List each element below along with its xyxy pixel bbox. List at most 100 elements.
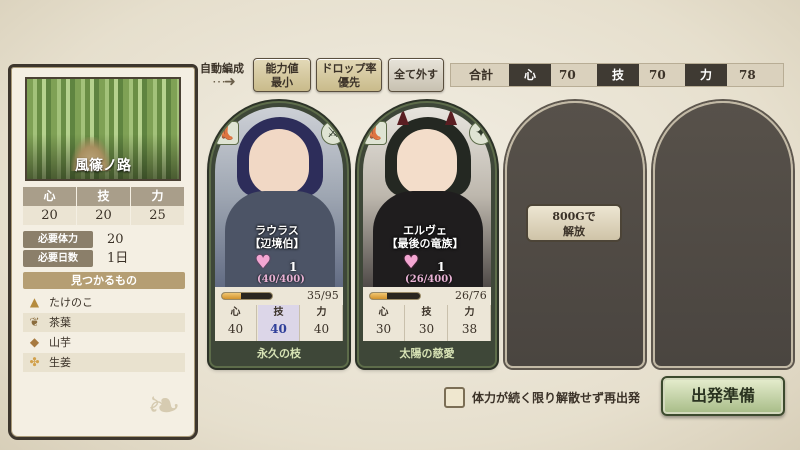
empty-slot[interactable]	[653, 101, 793, 368]
stat-label: 力	[464, 307, 475, 318]
exp-bar	[369, 292, 421, 300]
stat-label: 技	[77, 187, 131, 206]
unlock-cost: 800Gで	[552, 210, 596, 223]
affinity-value: (26/400)	[405, 274, 453, 285]
location-stat-heart: 心 20	[23, 187, 77, 225]
character-stat-power: 力 38	[449, 305, 491, 341]
min-stats-button[interactable]: 能力値 最小	[253, 58, 311, 92]
character-title: 【最後の竜族】	[386, 237, 464, 250]
repeat-option-label[interactable]: 体力が続く限り解散せず再出発	[472, 389, 640, 406]
horn-right	[445, 109, 457, 125]
exp-bar-fill	[222, 293, 241, 299]
stat-label: 技	[421, 307, 432, 318]
stat-value: 38	[461, 322, 478, 336]
tea-leaf-icon: ❦	[29, 315, 40, 329]
stat-label: 力	[131, 187, 185, 206]
character-stat-heart: 心 30	[363, 305, 405, 341]
item-name: 茶葉	[49, 316, 71, 329]
min-stats-button-label: 能力値 最小	[265, 62, 299, 89]
total-power-label: 力	[685, 64, 727, 86]
character-card-laurus[interactable]: 👢 ⚔ ラウラス 【辺境伯】 ♥ 1 (40/400) 35/95 心 40 技…	[209, 101, 349, 368]
crest-icon: ✦	[469, 121, 493, 145]
total-skill-value: 70	[649, 68, 666, 82]
drop-priority-button[interactable]: ドロップ率 優先	[316, 58, 382, 92]
list-item: ✤ 生姜	[23, 353, 185, 372]
list-item: ❦ 茶葉	[23, 313, 185, 332]
location-stats: 心 20 技 20 力 25	[23, 187, 185, 225]
character-title: 【辺境伯】	[249, 237, 305, 250]
remove-all-button-label: 全て外す	[394, 68, 438, 81]
arrow-right-icon: ⋯➜	[212, 74, 236, 90]
location-panel: 風篠ノ路 心 20 技 20 力 25 必要体力 20 必要日数 1日 見つかる…	[8, 64, 198, 440]
portrait-face	[397, 129, 457, 195]
total-power-value: 78	[739, 68, 756, 82]
exp-bar	[221, 292, 273, 300]
leaf-ornament-icon: ❧	[147, 383, 181, 429]
character-stat-power: 力 40	[301, 305, 343, 341]
stat-value: 30	[375, 322, 392, 336]
portrait-face	[249, 129, 309, 195]
character-stats: 心 30 技 30 力 38	[363, 305, 491, 341]
stat-value: 30	[418, 322, 435, 336]
unlock-label: 解放	[563, 225, 585, 238]
total-heart-label: 心	[509, 64, 551, 86]
repeat-checkbox[interactable]	[444, 387, 465, 408]
exp-bar-fill	[370, 293, 387, 299]
location-stat-power: 力 25	[131, 187, 185, 225]
exp-value: 26/76	[455, 289, 487, 302]
required-days-value: 1日	[107, 251, 129, 266]
yam-icon: ◆	[29, 335, 40, 349]
drop-priority-button-label: ドロップ率 優先	[321, 62, 377, 89]
character-name: エルヴェ	[403, 224, 447, 237]
remove-all-button[interactable]: 全て外す	[388, 58, 444, 92]
stat-label: 心	[378, 307, 389, 318]
unlock-slot-button[interactable]: 800Gで 解放	[526, 204, 622, 242]
required-days-label: 必要日数	[23, 250, 93, 267]
stat-value: 25	[131, 206, 185, 225]
item-name: 山芋	[49, 336, 71, 349]
boot-icon: 👢	[363, 121, 387, 145]
item-name: たけのこ	[49, 296, 93, 309]
heart-icon: ♥	[255, 252, 272, 273]
found-items-header: 見つかるもの	[23, 272, 185, 289]
stat-value: 20	[23, 206, 77, 225]
depart-prepare-button-label: 出発準備	[690, 386, 755, 405]
character-card-elve[interactable]: 👢 ✦ エルヴェ 【最後の竜族】 ♥ 1 (26/400) 26/76 心 30…	[357, 101, 497, 368]
required-stamina-label: 必要体力	[23, 231, 93, 248]
depart-prepare-button[interactable]: 出発準備	[661, 376, 785, 416]
heart-count: 1	[289, 256, 297, 275]
list-item: ◆ 山芋	[23, 333, 185, 352]
stat-label: 心	[230, 307, 241, 318]
stat-label: 力	[316, 307, 327, 318]
stat-value: 40	[270, 322, 287, 336]
total-stats-bar: 合計 心 70 技 70 力 78	[450, 63, 784, 87]
stat-value: 40	[313, 322, 330, 336]
required-stamina-value: 20	[107, 232, 124, 247]
item-name: 生姜	[49, 356, 71, 369]
required-stamina-row: 必要体力 20	[23, 231, 185, 248]
character-stat-skill: 技 40	[258, 305, 300, 341]
heart-count-value: 1	[289, 260, 298, 274]
stat-value: 20	[77, 206, 131, 225]
skill-name: 太陽の慈愛	[399, 347, 455, 360]
crest-icon: ⚔	[321, 121, 345, 145]
required-days-row: 必要日数 1日	[23, 250, 185, 267]
skill-name: 永久の枝	[257, 347, 301, 360]
affinity-value: (40/400)	[257, 274, 305, 285]
ginger-icon: ✤	[29, 355, 40, 369]
location-stat-skill: 技 20	[77, 187, 131, 225]
total-heart-value: 70	[559, 68, 576, 82]
character-stat-skill: 技 30	[406, 305, 448, 341]
location-name: 風篠ノ路	[75, 158, 131, 174]
boot-icon: 👢	[215, 121, 239, 145]
list-item: ▲ たけのこ	[23, 293, 185, 312]
stat-label: 心	[23, 187, 77, 206]
stat-value: 40	[227, 322, 244, 336]
heart-count: 1	[437, 256, 445, 275]
character-stat-heart: 心 40	[215, 305, 257, 341]
bamboo-shoot-icon: ▲	[29, 295, 40, 309]
horn-left	[397, 109, 409, 125]
exp-value: 35/95	[307, 289, 339, 302]
total-label: 合計	[469, 68, 494, 82]
character-stats: 心 40 技 40 力 40	[215, 305, 343, 341]
